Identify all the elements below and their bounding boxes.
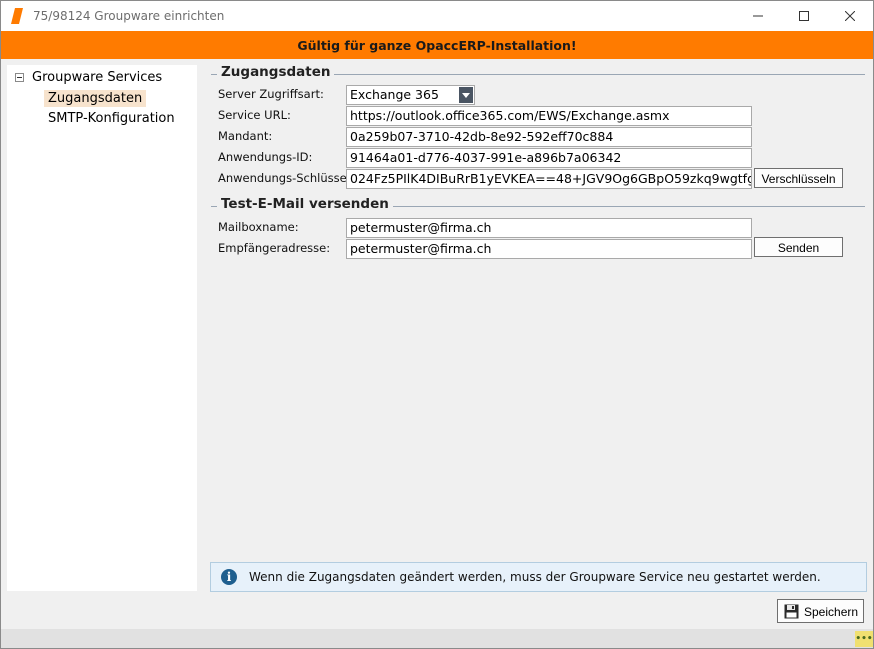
maximize-button[interactable] [781,1,827,31]
close-button[interactable] [827,1,873,31]
section-zugangsdaten: Zugangsdaten [211,64,865,82]
section-title-test-email: Test-E-Mail versenden [217,196,393,212]
tree-collapse-icon[interactable] [15,73,24,82]
app-id-input[interactable]: 91464a01-d776-4037-991e-a896b7a06342 [346,148,752,168]
server-type-label: Server Zugriffsart: [218,87,324,101]
info-text: Wenn die Zugangsdaten geändert werden, m… [249,570,821,584]
app-key-label: Anwendungs-Schlüssel: [218,171,354,185]
minimize-icon [753,15,763,17]
info-message: i Wenn die Zugangsdaten geändert werden,… [210,562,867,592]
tree-item-zugangsdaten[interactable]: Zugangsdaten [44,90,147,107]
server-type-select[interactable]: Exchange 365 [346,85,475,105]
maximize-icon [799,11,809,21]
tenant-input[interactable]: 0a259b07-3710-42db-8e92-592eff70c884 [346,127,752,147]
tree-item-smtp-konfiguration[interactable]: SMTP-Konfiguration [44,110,179,127]
resize-grip-icon[interactable]: ••• [855,631,873,647]
tree-root-groupware-services[interactable]: Groupware Services [32,70,162,85]
service-url-input[interactable]: https://outlook.office365.com/EWS/Exchan… [346,106,752,126]
close-icon [845,11,855,21]
send-button[interactable]: Senden [754,237,843,257]
save-button[interactable]: Speichern [777,599,864,623]
navigation-tree: Groupware Services Zugangsdaten SMTP-Kon… [7,65,197,591]
encrypt-button[interactable]: Verschlüsseln [754,168,843,188]
floppy-disk-icon [784,604,799,619]
dialog-window: 75/98124 Groupware einrichten Gültig für… [0,0,874,649]
section-test-email: Test-E-Mail versenden [211,196,865,214]
installation-banner: Gültig für ganze OpaccERP-Installation! [1,31,873,59]
title-bar: 75/98124 Groupware einrichten [1,1,873,31]
save-button-label: Speichern [804,605,859,619]
mailbox-label: Mailboxname: [218,220,299,234]
section-title-zugangsdaten: Zugangsdaten [217,64,335,80]
recipient-label: Empfängeradresse: [218,241,331,255]
server-type-value: Exchange 365 [350,87,439,102]
service-url-label: Service URL: [218,108,291,122]
app-id-label: Anwendungs-ID: [218,150,313,164]
recipient-input[interactable]: petermuster@firma.ch [346,239,752,259]
app-key-input[interactable]: 024Fz5PIlK4DIBuRrB1yEVKEA==48+JGV9Og6GBp… [346,169,752,189]
app-logo-icon [11,8,23,24]
window-title: 75/98124 Groupware einrichten [33,9,225,23]
mailbox-input[interactable]: petermuster@firma.ch [346,218,752,238]
dropdown-arrow-icon[interactable] [459,87,473,103]
status-bar: ••• [1,629,873,648]
tenant-label: Mandant: [218,129,273,143]
info-icon: i [221,569,237,585]
minimize-button[interactable] [735,1,781,31]
